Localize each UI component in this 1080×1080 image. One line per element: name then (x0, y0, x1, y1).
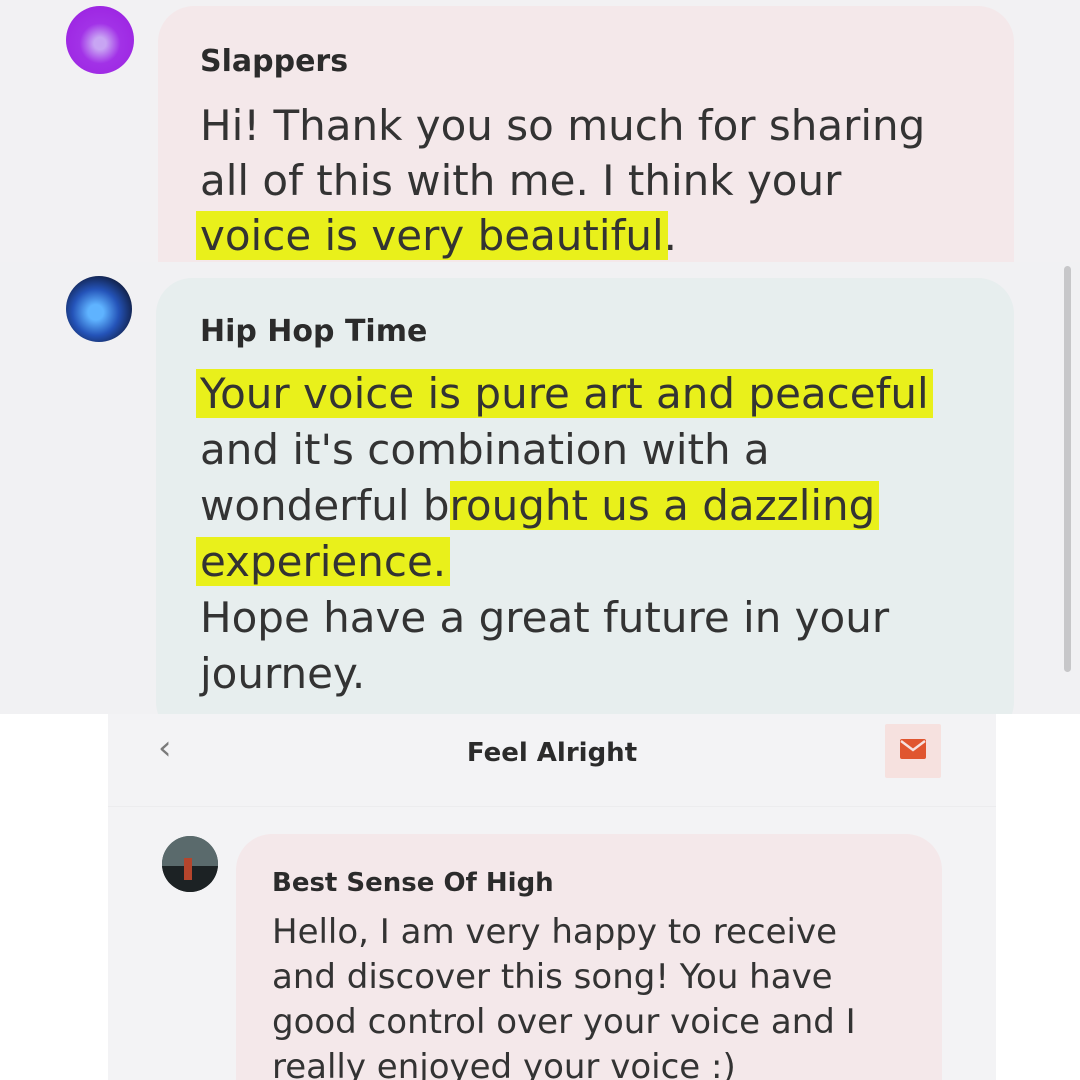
comment-line-rest: . (663, 211, 677, 260)
header-bar: ‹ Feel Alright (108, 714, 996, 807)
comment-line: all of this with me. I think your (200, 156, 842, 205)
comment-line: journey. (200, 649, 366, 698)
comment-line: good control over your voice and I (272, 1002, 856, 1042)
page-title: Feel Alright (466, 738, 638, 768)
highlighted-text: Your voice is pure art and peaceful (196, 369, 933, 418)
comment-author: Hip Hop Time (200, 314, 428, 349)
avatar-image (162, 836, 218, 892)
comment-line-start: wonderful b (200, 481, 450, 530)
comment-author: Slappers (200, 44, 349, 79)
comment-line: wonderful brought us a dazzling (200, 478, 1000, 534)
avatar[interactable] (66, 6, 134, 74)
avatar[interactable] (66, 276, 132, 342)
highlighted-text: experience. (196, 537, 451, 586)
comment-panel-1: Slappers Hi! Thank you so much for shari… (0, 0, 1080, 262)
comment-line: voice is very beautiful. (196, 208, 1000, 262)
highlighted-text: rought us a dazzling (449, 481, 880, 530)
comment-panel-2: Hip Hop Time Your voice is pure art and … (0, 262, 1080, 714)
message-button[interactable] (885, 724, 941, 778)
comment-line: Hi! Thank you so much for sharing (200, 101, 926, 150)
comment-line: Hope have a great future in your (200, 593, 890, 642)
margin-right (996, 714, 1080, 1080)
comment-line: and discover this song! You have (272, 957, 833, 997)
margin-left (0, 714, 108, 1080)
comment-text: Hello, I am very happy to receive and di… (272, 910, 922, 1080)
comment-line: Your voice is pure art and peaceful (196, 366, 1000, 422)
comment-line: experience. (196, 534, 1000, 590)
comment-text: Your voice is pure art and peaceful and … (196, 366, 1000, 702)
highlighted-text: voice is very beautiful (196, 211, 668, 260)
comment-screen: ‹ Feel Alright Best Sense Of High Hello,… (108, 714, 996, 1080)
comment-author: Best Sense Of High (272, 868, 554, 898)
comment-line: Hello, I am very happy to receive (272, 912, 838, 952)
comment-line: and it's combination with a (200, 425, 770, 474)
envelope-icon (900, 739, 926, 759)
comment-line: really enjoyed your voice :) (272, 1047, 736, 1080)
comment-text: Hi! Thank you so much for sharing all of… (196, 98, 1000, 262)
scrollbar[interactable] (1064, 266, 1071, 672)
avatar[interactable] (162, 836, 218, 892)
